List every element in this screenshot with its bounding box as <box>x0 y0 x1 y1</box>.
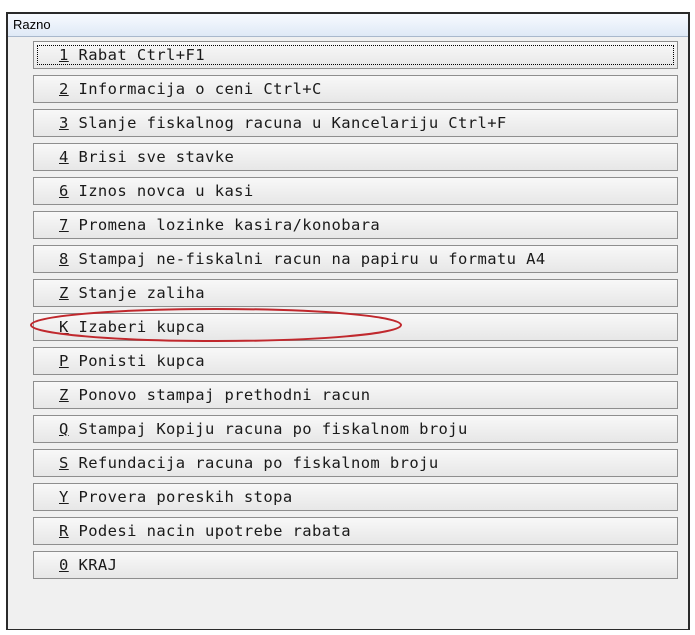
menu-item-shortcut-key: Y <box>59 488 69 506</box>
menu-item-label: Stampaj ne-fiskalni racun na papiru u fo… <box>78 250 546 268</box>
menu-item-label: Podesi nacin upotrebe rabata <box>78 522 351 540</box>
menu-item-shortcut-key: 6 <box>59 182 69 200</box>
menu-item-label: Promena lozinke kasira/konobara <box>78 216 381 234</box>
menu-item-kraj[interactable]: 0 KRAJ <box>33 551 678 579</box>
menu-item-provera-poreskih-stopa[interactable]: Y Provera poreskih stopa <box>33 483 678 511</box>
menu-item-label: Slanje fiskalnog racuna u Kancelariju Ct… <box>78 114 507 132</box>
menu-item-ponisti-kupca[interactable]: P Ponisti kupca <box>33 347 678 375</box>
menu-item-shortcut-key: 7 <box>59 216 69 234</box>
menu-item-label: Iznos novca u kasi <box>78 182 254 200</box>
menu-item-shortcut-key: K <box>59 318 69 336</box>
menu-item-stampaj-kopiju[interactable]: Q Stampaj Kopiju racuna po fiskalnom bro… <box>33 415 678 443</box>
menu-item-ponovo-stampaj[interactable]: Z Ponovo stampaj prethodni racun <box>33 381 678 409</box>
menu-item-shortcut-key: P <box>59 352 69 370</box>
razno-dialog: Razno 1 Rabat Ctrl+F1 2 Informacija o ce… <box>6 12 690 630</box>
menu-item-label: Ponovo stampaj prethodni racun <box>78 386 371 404</box>
menu-item-label: Informacija o ceni Ctrl+C <box>78 80 322 98</box>
menu-item-label: Ponisti kupca <box>78 352 205 370</box>
menu-item-label: Provera poreskih stopa <box>78 488 293 506</box>
menu-item-label: Refundacija racuna po fiskalnom broju <box>78 454 439 472</box>
menu-item-shortcut-key: 2 <box>59 80 69 98</box>
menu-item-podesi-rabat[interactable]: R Podesi nacin upotrebe rabata <box>33 517 678 545</box>
menu-item-shortcut-key: S <box>59 454 69 472</box>
menu-item-label: Izaberi kupca <box>78 318 205 336</box>
menu-item-rabat[interactable]: 1 Rabat Ctrl+F1 <box>33 41 678 69</box>
menu-item-shortcut-key: 4 <box>59 148 69 166</box>
menu-item-stanje-zaliha[interactable]: Z Stanje zaliha <box>33 279 678 307</box>
menu-item-shortcut-key: 0 <box>59 556 69 574</box>
menu-item-label: Stanje zaliha <box>78 284 205 302</box>
menu-item-brisi-sve-stavke[interactable]: 4 Brisi sve stavke <box>33 143 678 171</box>
menu-item-label: KRAJ <box>78 556 118 574</box>
menu-item-label: Rabat Ctrl+F1 <box>78 46 205 64</box>
menu-item-refundacija[interactable]: S Refundacija racuna po fiskalnom broju <box>33 449 678 477</box>
menu-item-iznos-novca[interactable]: 6 Iznos novca u kasi <box>33 177 678 205</box>
menu-item-informacija-o-ceni[interactable]: 2 Informacija o ceni Ctrl+C <box>33 75 678 103</box>
menu-item-shortcut-key: 3 <box>59 114 69 132</box>
window-title: Razno <box>8 14 688 37</box>
menu-item-slanje-fiskalnog-racuna[interactable]: 3 Slanje fiskalnog racuna u Kancelariju … <box>33 109 678 137</box>
menu-item-shortcut-key: 8 <box>59 250 69 268</box>
menu-item-izaberi-kupca[interactable]: K Izaberi kupca <box>33 313 678 341</box>
menu-item-shortcut-key: Q <box>59 420 69 438</box>
menu-item-shortcut-key: Z <box>59 386 69 404</box>
menu-item-shortcut-key: R <box>59 522 69 540</box>
menu-item-shortcut-key: Z <box>59 284 69 302</box>
menu-list: 1 Rabat Ctrl+F1 2 Informacija o ceni Ctr… <box>8 37 688 629</box>
menu-item-shortcut-key: 1 <box>59 46 69 64</box>
menu-item-label: Stampaj Kopiju racuna po fiskalnom broju <box>78 420 468 438</box>
menu-item-promena-lozinke[interactable]: 7 Promena lozinke kasira/konobara <box>33 211 678 239</box>
menu-item-stampaj-a4[interactable]: 8 Stampaj ne-fiskalni racun na papiru u … <box>33 245 678 273</box>
menu-item-label: Brisi sve stavke <box>78 148 235 166</box>
